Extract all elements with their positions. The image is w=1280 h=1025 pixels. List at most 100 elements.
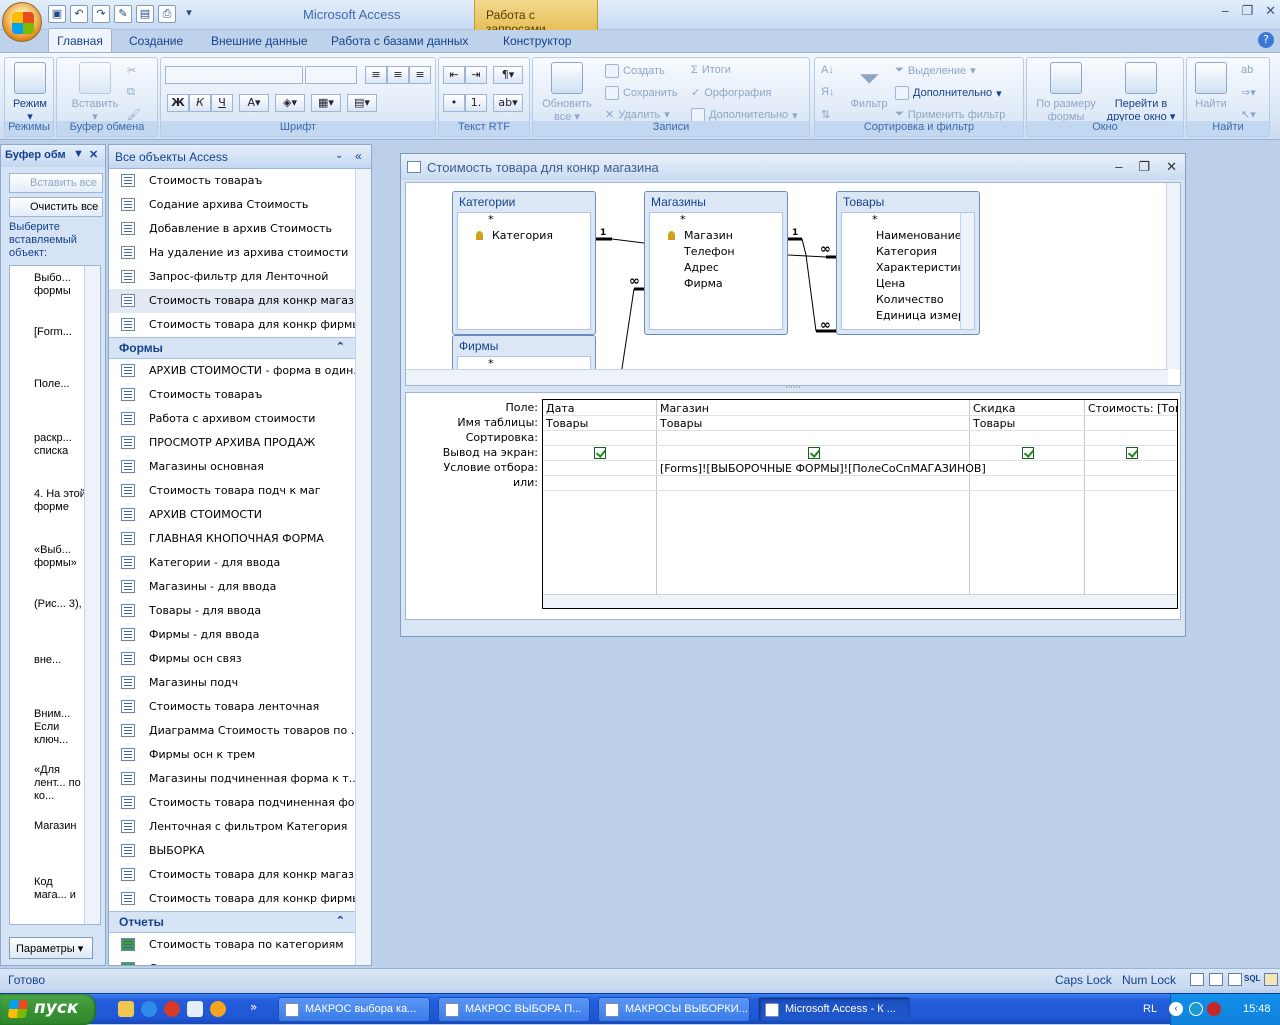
paste-button[interactable]: Вставить ▾: [67, 62, 123, 124]
close-icon[interactable]: ✕: [1265, 4, 1276, 19]
field-item[interactable]: Характеристика: [842, 261, 974, 277]
undo-icon[interactable]: ↶: [70, 5, 88, 23]
clear-sort-icon[interactable]: ⇅: [821, 108, 830, 121]
clipboard-scrollbar[interactable]: [84, 266, 100, 924]
nav-form-item[interactable]: Фирмы осн связ: [109, 647, 357, 671]
options-button[interactable]: Параметры ▾: [9, 937, 93, 959]
font-color-icon[interactable]: A▾: [239, 94, 269, 112]
customize-qat-icon[interactable]: ▾: [180, 5, 198, 23]
antivirus-icon[interactable]: [1207, 1002, 1221, 1016]
field-item[interactable]: Категория: [458, 229, 590, 245]
align-center-icon[interactable]: ≡: [387, 66, 409, 84]
size-to-fit-button[interactable]: По размеру формы: [1031, 62, 1101, 124]
bullets-icon[interactable]: •: [443, 94, 465, 112]
save-icon[interactable]: ▣: [48, 5, 66, 23]
tray-expand-icon[interactable]: ‹: [1169, 1002, 1183, 1016]
gridlines-icon[interactable]: ▦▾: [311, 94, 341, 112]
clipboard-item[interactable]: Магазин: [12, 820, 86, 833]
taskbar-task[interactable]: МАКРОС выбора ка...: [278, 997, 430, 1022]
fill-color-icon[interactable]: ◈▾: [275, 94, 305, 112]
nav-form-item[interactable]: Магазины подчиненная форма к т...: [109, 767, 357, 791]
decrease-indent-icon[interactable]: ⇤: [443, 66, 465, 84]
nav-query-item[interactable]: Добавление в архив Стоимость: [109, 217, 357, 241]
tab-external-data[interactable]: Внешние данные: [211, 34, 308, 48]
nav-form-item[interactable]: АРХИВ СТОИМОСТИ: [109, 503, 357, 527]
grid-field-cell[interactable]: Дата: [546, 402, 574, 415]
view-button[interactable]: Режим ▾: [9, 62, 51, 124]
start-button[interactable]: пуск: [0, 994, 96, 1025]
nav-form-item[interactable]: Работа с архивом стоимости: [109, 407, 357, 431]
clipboard-item[interactable]: Поле...: [12, 378, 86, 391]
minimize-icon[interactable]: ‒: [1221, 4, 1229, 19]
nav-query-item[interactable]: Содание архива Стоимость: [109, 193, 357, 217]
datasheet-view-icon[interactable]: [1190, 973, 1204, 986]
clipboard-item[interactable]: Код мага... и: [12, 876, 86, 902]
nav-form-item[interactable]: Магазины - для ввода: [109, 575, 357, 599]
show-desktop-icon[interactable]: [118, 1001, 134, 1017]
nav-query-item[interactable]: Запрос-фильтр для Ленточной: [109, 265, 357, 289]
grid-table-cell[interactable]: Товары: [546, 417, 588, 430]
nav-form-item[interactable]: Категории - для ввода: [109, 551, 357, 575]
pane-options-icon[interactable]: ▼: [73, 148, 84, 160]
tab-design[interactable]: Конструктор: [503, 34, 571, 48]
sort-desc-icon[interactable]: Я↓: [821, 86, 834, 98]
tab-create[interactable]: Создание: [129, 34, 183, 48]
field-list-table[interactable]: Магазины * Магазин Телефон Адрес Фирма: [644, 191, 788, 335]
app-icon[interactable]: [187, 1001, 203, 1017]
nav-query-item[interactable]: Стоимость товара для конкр фирмы: [109, 313, 357, 337]
grid-table-cell[interactable]: Товары: [973, 417, 1015, 430]
field-item[interactable]: Цена: [842, 277, 974, 293]
advanced-filter-button[interactable]: Дополнительно ▾: [895, 86, 1002, 100]
nav-scrollbar[interactable]: [355, 169, 371, 965]
nav-form-item[interactable]: Фирмы осн к трем: [109, 743, 357, 767]
field-item[interactable]: Адрес: [650, 261, 782, 277]
pivotchart-view-icon[interactable]: [1228, 973, 1242, 986]
nav-form-item[interactable]: Стоимость товара подч к маг: [109, 479, 357, 503]
nav-form-item[interactable]: Стоимость товара подчиненная фо...: [109, 791, 357, 815]
quick-launch-more-icon[interactable]: »: [250, 1000, 257, 1014]
collapse-icon[interactable]: ⌃: [336, 340, 345, 353]
field-list-scrollbar[interactable]: [960, 213, 974, 329]
grid-table-cell[interactable]: Товары: [660, 417, 702, 430]
nav-form-item[interactable]: ПРОСМОТР АРХИВА ПРОДАЖ: [109, 431, 357, 455]
nav-section-reports[interactable]: Отчеты ⌃: [109, 911, 357, 933]
design-view-icon[interactable]: [1264, 973, 1278, 986]
pivottable-view-icon[interactable]: [1209, 973, 1223, 986]
tab-home[interactable]: Главная: [48, 28, 112, 52]
collapse-icon[interactable]: ⌃: [336, 914, 345, 927]
show-checkbox[interactable]: [807, 447, 820, 459]
underline-icon[interactable]: Ч: [211, 94, 233, 112]
show-checkbox[interactable]: [1126, 447, 1138, 459]
nav-form-item[interactable]: Стоимость товара ленточная: [109, 695, 357, 719]
field-list-table[interactable]: Категории * Категория: [452, 191, 596, 335]
format-painter-icon[interactable]: 🖌: [127, 108, 141, 121]
clipboard-item[interactable]: [Form...: [12, 326, 86, 339]
numbering-icon[interactable]: 1.: [465, 94, 487, 112]
field-list-table[interactable]: Товары * Наименование Категория Характеристи…: [836, 191, 980, 335]
nav-header[interactable]: Все объекты Access ⌄ «: [109, 145, 371, 169]
nav-form-item[interactable]: Стоимость товара для конкр фирмы: [109, 887, 357, 911]
nav-form-item[interactable]: Фирмы - для ввода: [109, 623, 357, 647]
nav-query-item[interactable]: Стоимость товараъ: [109, 169, 357, 193]
italic-icon[interactable]: К: [189, 94, 211, 112]
nav-query-item[interactable]: На удаление из архива стоимости: [109, 241, 357, 265]
nav-menu-chevron-icon[interactable]: ⌄: [335, 150, 343, 161]
opera-icon[interactable]: [164, 1001, 180, 1017]
field-item[interactable]: Магазин: [650, 229, 782, 245]
new-record-button[interactable]: Создать: [605, 64, 665, 78]
clipboard-item[interactable]: «Для лент... по ко...: [12, 764, 86, 803]
clear-all-button[interactable]: Очистить все: [9, 197, 103, 217]
goto-icon[interactable]: ⇒▾: [1241, 86, 1256, 99]
clipboard-item[interactable]: вне...: [12, 654, 86, 667]
language-indicator[interactable]: RL: [1143, 1003, 1157, 1015]
field-item[interactable]: Категория: [842, 245, 974, 261]
field-item[interactable]: *: [842, 213, 974, 229]
field-item[interactable]: *: [458, 213, 590, 229]
grid-criteria-cell[interactable]: [Forms]![ВЫБОРОЧНЫЕ ФОРМЫ]![ПолеСоСпМАГА…: [660, 462, 986, 475]
clipboard-item[interactable]: раскр... списка: [12, 432, 86, 458]
copy-icon[interactable]: ⧉: [127, 86, 135, 99]
nav-form-item[interactable]: Магазины подч: [109, 671, 357, 695]
field-item[interactable]: Единица измере: [842, 309, 974, 325]
cut-icon[interactable]: ✂: [127, 64, 136, 77]
find-button[interactable]: Найти: [1189, 62, 1233, 111]
